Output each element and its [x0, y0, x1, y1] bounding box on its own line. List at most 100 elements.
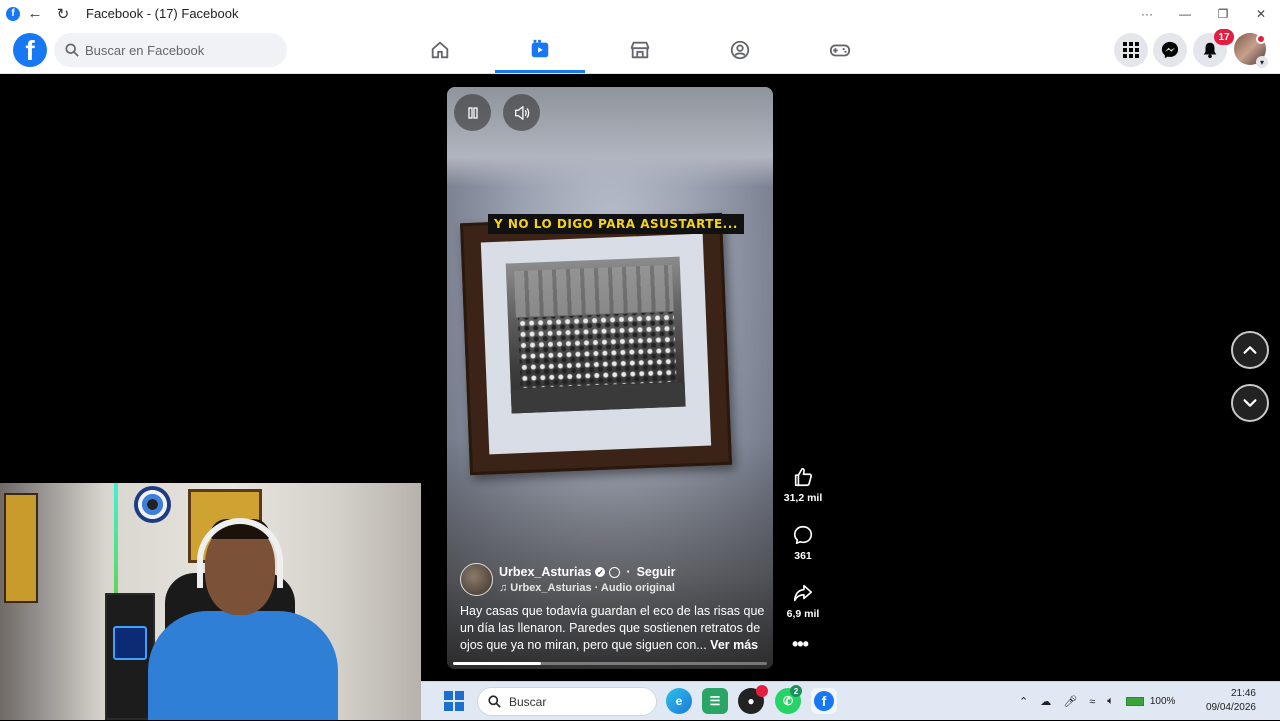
photo-crowd	[517, 311, 677, 389]
see-more-link[interactable]: Ver más	[710, 638, 758, 652]
separator-dot: ·	[626, 565, 631, 579]
share-count: 6,9 mil	[786, 608, 820, 620]
volume-button[interactable]	[503, 94, 540, 131]
tab-home[interactable]	[395, 27, 485, 73]
next-reel-button[interactable]	[1231, 384, 1269, 422]
search-input[interactable]	[85, 42, 275, 58]
more-options-icon[interactable]: •••	[792, 634, 809, 655]
maximize-button[interactable]: ❐	[1204, 0, 1242, 27]
notification-badge: 17	[1214, 29, 1234, 45]
chevron-up-icon[interactable]: ⌃	[1019, 695, 1028, 708]
window-titlebar: f ← ↻ Facebook - (17) Facebook ··· — ❐ ✕	[0, 0, 1280, 27]
comment-count: 361	[794, 550, 812, 562]
volume-icon[interactable]: 🔈︎	[1107, 695, 1114, 708]
window-title: Facebook - (17) Facebook	[86, 6, 239, 21]
chevron-down-icon[interactable]: ▾	[1256, 56, 1268, 68]
tab-video[interactable]	[495, 27, 585, 73]
taskbar: Buscar e ☰ ● ✆ 2 f ⌃ ☁ 🎤︎ ≈ 🔈︎ 100% 21:4…	[421, 681, 1280, 720]
microphone-icon[interactable]: 🎤︎	[1063, 695, 1077, 708]
cloud-icon[interactable]: ☁	[1040, 695, 1051, 708]
back-icon[interactable]: ←	[22, 4, 48, 24]
reload-icon[interactable]: ↻	[50, 4, 76, 24]
comment-icon	[793, 525, 813, 545]
menu-button[interactable]	[1114, 33, 1148, 67]
chevron-down-icon	[1243, 399, 1257, 407]
clock[interactable]: 21:46 09/04/2026	[1188, 687, 1256, 715]
video-progress-bar[interactable]	[453, 662, 767, 665]
windows-start-icon[interactable]	[444, 691, 464, 711]
facebook-app-icon: f	[6, 6, 20, 21]
photo-building	[514, 264, 674, 318]
chevron-up-icon	[1243, 346, 1257, 354]
marketplace-icon	[630, 41, 650, 59]
battery-icon[interactable]	[1125, 697, 1144, 706]
battery-percent: 100%	[1149, 696, 1176, 707]
wall-sign-left	[4, 493, 38, 603]
app-badge-dot	[756, 685, 768, 697]
headphones	[197, 518, 283, 588]
messenger-icon	[1161, 41, 1179, 59]
clock-time: 21:46	[1230, 688, 1256, 699]
person-shirt	[148, 611, 338, 720]
system-tray: ⌃ ☁ 🎤︎ ≈ 🔈︎ 100%	[1013, 682, 1175, 721]
avatar-status-dot	[1256, 34, 1266, 44]
menu-grid-icon	[1123, 42, 1139, 58]
search-box[interactable]	[54, 33, 287, 67]
notes-icon[interactable]: ☰	[702, 688, 728, 714]
pause-icon	[467, 106, 478, 119]
dartboard	[134, 486, 171, 523]
whatsapp-badge: 2	[790, 685, 802, 697]
gaming-icon	[829, 44, 851, 57]
author-name[interactable]: Urbex_Asturias	[499, 565, 591, 579]
pause-button[interactable]	[454, 94, 491, 131]
audio-label[interactable]: Urbex_Asturias · Audio original	[510, 582, 675, 594]
minimize-button[interactable]: —	[1166, 0, 1204, 27]
previous-reel-button[interactable]	[1231, 331, 1269, 369]
share-icon	[793, 584, 813, 602]
reel-video[interactable]: Y NO LO DIGO PARA ASUSTARTE... Urbex_Ast…	[447, 87, 773, 669]
like-count: 31,2 mil	[783, 492, 823, 504]
picture-mat	[480, 233, 712, 455]
home-icon	[431, 41, 449, 59]
like-button[interactable]: 31,2 mil	[780, 466, 826, 504]
more-options-icon[interactable]: ···	[1128, 0, 1166, 27]
tab-marketplace[interactable]	[595, 27, 685, 73]
comment-button[interactable]: 361	[780, 524, 826, 562]
taskbar-search[interactable]: Buscar	[477, 687, 657, 716]
bell-icon	[1203, 42, 1217, 59]
groups-icon	[730, 40, 750, 60]
taskbar-search-label: Buscar	[509, 694, 547, 709]
share-button[interactable]: 6,9 mil	[780, 582, 826, 620]
wifi-icon[interactable]: ≈	[1089, 696, 1095, 708]
reel-actions: 31,2 mil 361 6,9 mil	[780, 466, 826, 640]
facebook-logo[interactable]: f	[13, 33, 47, 67]
reel-author: Urbex_Asturias ✓ · Seguir ♫ Urbex_Asturi…	[460, 563, 675, 596]
video-overlay-text: Y NO LO DIGO PARA ASUSTARTE...	[488, 214, 744, 234]
tab-gaming[interactable]	[795, 27, 885, 73]
led-strip	[114, 483, 118, 593]
edge-icon[interactable]: e	[666, 688, 692, 714]
search-icon	[65, 43, 79, 57]
author-avatar[interactable]	[460, 563, 493, 596]
video-progress-fill	[453, 662, 541, 665]
playstation-logo	[113, 626, 147, 660]
tab-groups[interactable]	[695, 27, 785, 73]
picture-frame	[460, 212, 732, 476]
facebook-header: f	[0, 27, 1280, 74]
verified-icon: ✓	[595, 567, 606, 577]
music-note-icon: ♫	[499, 582, 508, 594]
reel-description: Hay casas que todavía guardan el eco de …	[460, 603, 765, 654]
thumbs-up-icon	[794, 467, 812, 487]
video-ceiling	[447, 87, 773, 187]
facebook-taskbar-icon[interactable]: f	[811, 688, 837, 714]
video-icon	[531, 39, 549, 57]
follow-button[interactable]: Seguir	[637, 565, 676, 579]
clock-date: 09/04/2026	[1205, 702, 1256, 713]
close-button[interactable]: ✕	[1242, 0, 1280, 27]
search-icon	[488, 695, 501, 708]
speaker-icon	[514, 105, 529, 120]
globe-icon	[609, 566, 621, 578]
messenger-button[interactable]	[1153, 33, 1187, 67]
old-group-photo	[505, 256, 686, 414]
webcam-overlay	[0, 483, 421, 720]
